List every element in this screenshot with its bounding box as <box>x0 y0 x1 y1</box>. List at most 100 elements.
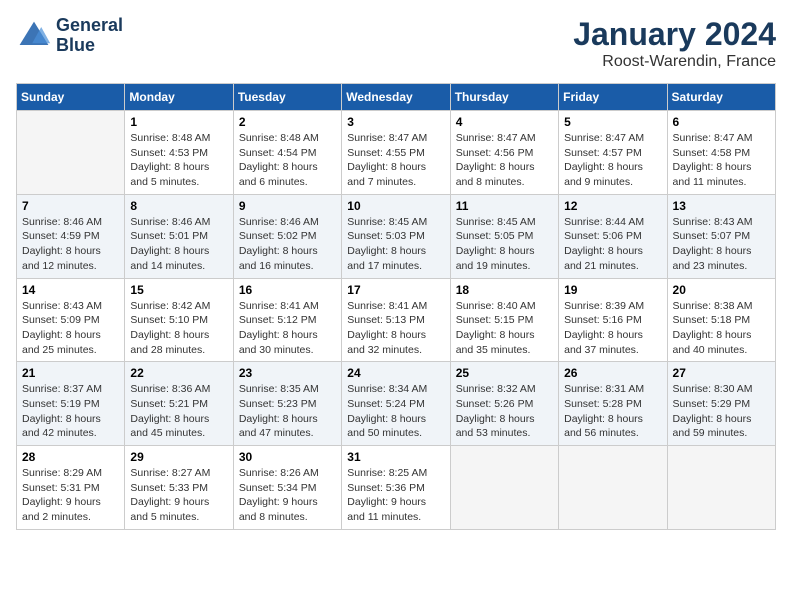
calendar-cell: 12 Sunrise: 8:44 AM Sunset: 5:06 PM Dayli… <box>559 194 667 278</box>
calendar-cell: 28 Sunrise: 8:29 AM Sunset: 5:31 PM Dayli… <box>17 446 125 530</box>
calendar-cell: 11Sunrise: 8:45 AM Sunset: 5:05 PM Dayli… <box>450 194 558 278</box>
calendar-cell: 29 Sunrise: 8:27 AM Sunset: 5:33 PM Dayli… <box>125 446 233 530</box>
calendar-cell: 1Sunrise: 8:48 AM Sunset: 4:53 PM Daylig… <box>125 111 233 195</box>
day-info: Sunrise: 8:46 AM Sunset: 5:01 PM Dayligh… <box>130 215 227 274</box>
day-number: 22 <box>130 366 227 380</box>
day-info: Sunrise: 8:43 AM Sunset: 5:07 PM Dayligh… <box>673 215 770 274</box>
logo-line1: General <box>56 16 123 36</box>
calendar-header-row: SundayMondayTuesdayWednesdayThursdayFrid… <box>17 84 776 111</box>
logo: General Blue <box>16 16 123 56</box>
day-info: Sunrise: 8:47 AM Sunset: 4:57 PM Dayligh… <box>564 131 661 190</box>
day-number: 6 <box>673 115 770 129</box>
calendar-cell: 22Sunrise: 8:36 AM Sunset: 5:21 PM Dayli… <box>125 362 233 446</box>
calendar-cell: 3 Sunrise: 8:47 AM Sunset: 4:55 PM Daylig… <box>342 111 450 195</box>
calendar-cell: 27 Sunrise: 8:30 AM Sunset: 5:29 PM Dayli… <box>667 362 775 446</box>
day-number: 31 <box>347 450 444 464</box>
day-header-tuesday: Tuesday <box>233 84 341 111</box>
day-info: Sunrise: 8:31 AM Sunset: 5:28 PM Dayligh… <box>564 382 661 441</box>
day-info: Sunrise: 8:47 AM Sunset: 4:56 PM Dayligh… <box>456 131 553 190</box>
month-title: January 2024 <box>573 16 776 53</box>
day-info: Sunrise: 8:39 AM Sunset: 5:16 PM Dayligh… <box>564 299 661 358</box>
calendar-cell: 26 Sunrise: 8:31 AM Sunset: 5:28 PM Dayli… <box>559 362 667 446</box>
day-number: 8 <box>130 199 227 213</box>
calendar-cell: 17 Sunrise: 8:41 AM Sunset: 5:13 PM Dayli… <box>342 278 450 362</box>
calendar-cell: 23Sunrise: 8:35 AM Sunset: 5:23 PM Dayli… <box>233 362 341 446</box>
day-number: 18 <box>456 283 553 297</box>
day-number: 29 <box>130 450 227 464</box>
day-info: Sunrise: 8:40 AM Sunset: 5:15 PM Dayligh… <box>456 299 553 358</box>
day-number: 17 <box>347 283 444 297</box>
day-info: Sunrise: 8:45 AM Sunset: 5:05 PM Dayligh… <box>456 215 553 274</box>
day-number: 12 <box>564 199 661 213</box>
day-info: Sunrise: 8:43 AM Sunset: 5:09 PM Dayligh… <box>22 299 119 358</box>
day-number: 15 <box>130 283 227 297</box>
day-number: 25 <box>456 366 553 380</box>
calendar-cell: 14 Sunrise: 8:43 AM Sunset: 5:09 PM Dayli… <box>17 278 125 362</box>
calendar-cell: 18 Sunrise: 8:40 AM Sunset: 5:15 PM Dayli… <box>450 278 558 362</box>
day-info: Sunrise: 8:46 AM Sunset: 5:02 PM Dayligh… <box>239 215 336 274</box>
calendar-cell: 10 Sunrise: 8:45 AM Sunset: 5:03 PM Dayli… <box>342 194 450 278</box>
calendar-cell: 21Sunrise: 8:37 AM Sunset: 5:19 PM Dayli… <box>17 362 125 446</box>
day-header-sunday: Sunday <box>17 84 125 111</box>
day-info: Sunrise: 8:38 AM Sunset: 5:18 PM Dayligh… <box>673 299 770 358</box>
day-number: 10 <box>347 199 444 213</box>
calendar-cell: 9 Sunrise: 8:46 AM Sunset: 5:02 PM Daylig… <box>233 194 341 278</box>
page-header: General Blue January 2024 Roost-Warendin… <box>16 16 776 71</box>
day-number: 14 <box>22 283 119 297</box>
calendar-cell: 31 Sunrise: 8:25 AM Sunset: 5:36 PM Dayli… <box>342 446 450 530</box>
day-number: 4 <box>456 115 553 129</box>
calendar-row-3: 14 Sunrise: 8:43 AM Sunset: 5:09 PM Dayli… <box>17 278 776 362</box>
day-header-wednesday: Wednesday <box>342 84 450 111</box>
day-number: 3 <box>347 115 444 129</box>
logo-line2: Blue <box>56 36 123 56</box>
day-header-friday: Friday <box>559 84 667 111</box>
day-header-saturday: Saturday <box>667 84 775 111</box>
calendar-cell: 30 Sunrise: 8:26 AM Sunset: 5:34 PM Dayli… <box>233 446 341 530</box>
location: Roost-Warendin, France <box>573 53 776 71</box>
calendar-row-5: 28 Sunrise: 8:29 AM Sunset: 5:31 PM Dayli… <box>17 446 776 530</box>
calendar-cell: 24 Sunrise: 8:34 AM Sunset: 5:24 PM Dayli… <box>342 362 450 446</box>
day-info: Sunrise: 8:29 AM Sunset: 5:31 PM Dayligh… <box>22 466 119 525</box>
day-info: Sunrise: 8:34 AM Sunset: 5:24 PM Dayligh… <box>347 382 444 441</box>
day-number: 21 <box>22 366 119 380</box>
day-number: 5 <box>564 115 661 129</box>
day-info: Sunrise: 8:25 AM Sunset: 5:36 PM Dayligh… <box>347 466 444 525</box>
day-info: Sunrise: 8:26 AM Sunset: 5:34 PM Dayligh… <box>239 466 336 525</box>
calendar-cell: 20Sunrise: 8:38 AM Sunset: 5:18 PM Dayli… <box>667 278 775 362</box>
day-number: 24 <box>347 366 444 380</box>
calendar-cell: 2 Sunrise: 8:48 AM Sunset: 4:54 PM Daylig… <box>233 111 341 195</box>
calendar-cell <box>667 446 775 530</box>
calendar-cell <box>17 111 125 195</box>
day-info: Sunrise: 8:35 AM Sunset: 5:23 PM Dayligh… <box>239 382 336 441</box>
logo-icon <box>16 18 52 54</box>
day-header-monday: Monday <box>125 84 233 111</box>
day-header-thursday: Thursday <box>450 84 558 111</box>
calendar-cell: 4 Sunrise: 8:47 AM Sunset: 4:56 PM Daylig… <box>450 111 558 195</box>
day-info: Sunrise: 8:30 AM Sunset: 5:29 PM Dayligh… <box>673 382 770 441</box>
calendar-row-2: 7Sunrise: 8:46 AM Sunset: 4:59 PM Daylig… <box>17 194 776 278</box>
calendar-row-1: 1Sunrise: 8:48 AM Sunset: 4:53 PM Daylig… <box>17 111 776 195</box>
day-info: Sunrise: 8:41 AM Sunset: 5:13 PM Dayligh… <box>347 299 444 358</box>
calendar-cell: 15Sunrise: 8:42 AM Sunset: 5:10 PM Dayli… <box>125 278 233 362</box>
day-info: Sunrise: 8:44 AM Sunset: 5:06 PM Dayligh… <box>564 215 661 274</box>
day-info: Sunrise: 8:27 AM Sunset: 5:33 PM Dayligh… <box>130 466 227 525</box>
day-number: 1 <box>130 115 227 129</box>
day-info: Sunrise: 8:47 AM Sunset: 4:55 PM Dayligh… <box>347 131 444 190</box>
day-number: 2 <box>239 115 336 129</box>
day-number: 30 <box>239 450 336 464</box>
day-info: Sunrise: 8:32 AM Sunset: 5:26 PM Dayligh… <box>456 382 553 441</box>
day-number: 28 <box>22 450 119 464</box>
day-number: 19 <box>564 283 661 297</box>
day-info: Sunrise: 8:45 AM Sunset: 5:03 PM Dayligh… <box>347 215 444 274</box>
day-info: Sunrise: 8:48 AM Sunset: 4:54 PM Dayligh… <box>239 131 336 190</box>
calendar-cell: 5 Sunrise: 8:47 AM Sunset: 4:57 PM Daylig… <box>559 111 667 195</box>
day-number: 27 <box>673 366 770 380</box>
day-number: 9 <box>239 199 336 213</box>
calendar-cell: 25 Sunrise: 8:32 AM Sunset: 5:26 PM Dayli… <box>450 362 558 446</box>
day-number: 26 <box>564 366 661 380</box>
day-info: Sunrise: 8:47 AM Sunset: 4:58 PM Dayligh… <box>673 131 770 190</box>
calendar-cell <box>450 446 558 530</box>
title-block: January 2024 Roost-Warendin, France <box>573 16 776 71</box>
day-info: Sunrise: 8:46 AM Sunset: 4:59 PM Dayligh… <box>22 215 119 274</box>
day-number: 16 <box>239 283 336 297</box>
